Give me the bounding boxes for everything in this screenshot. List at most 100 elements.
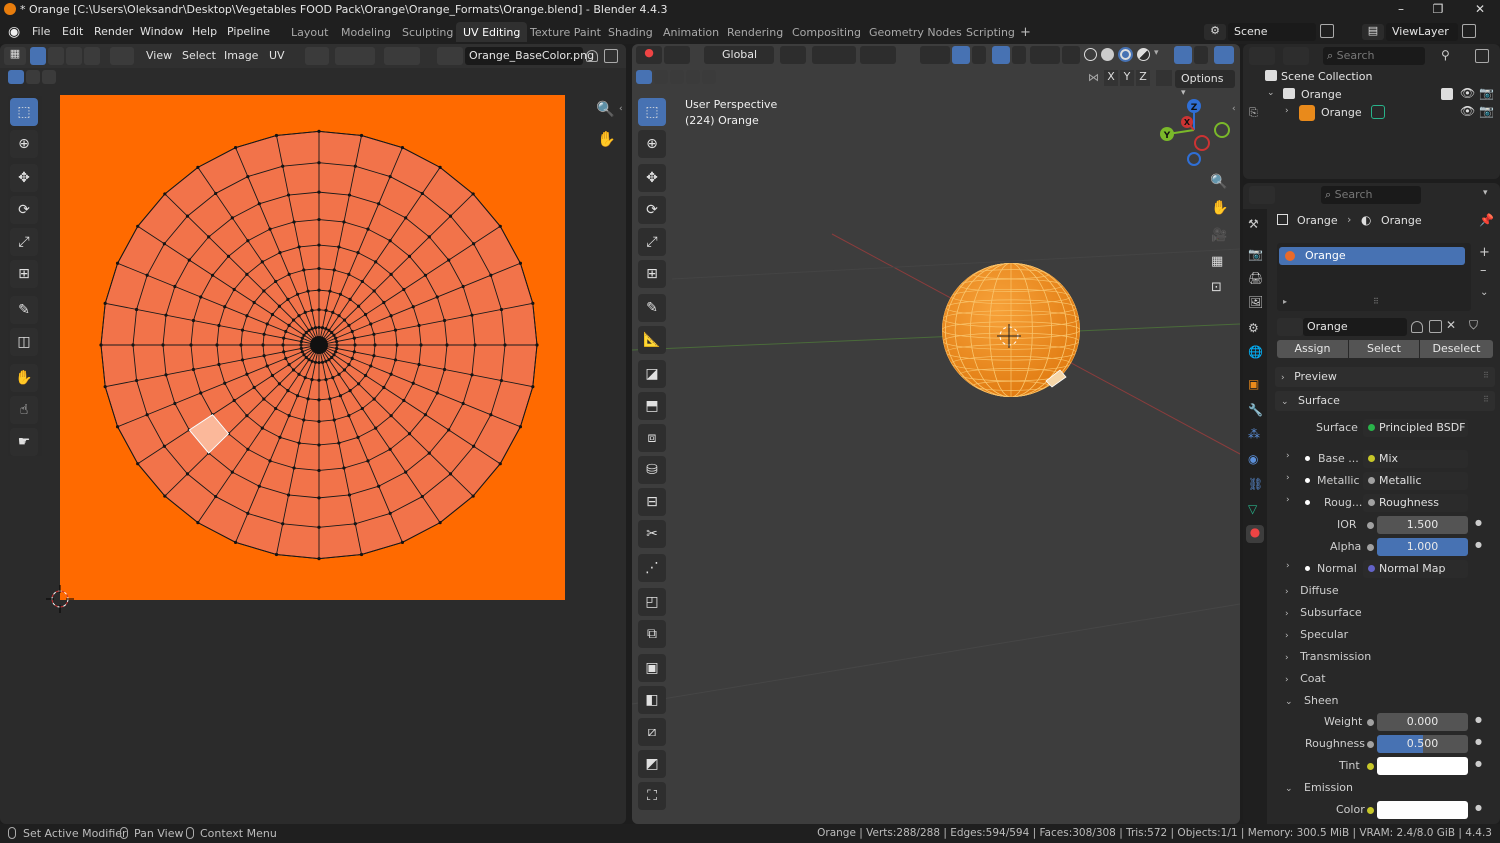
view-layer-icon[interactable]: ▤ — [1362, 24, 1384, 40]
pivot-icon[interactable] — [305, 47, 329, 65]
relax-tool[interactable]: ☝ — [10, 396, 38, 424]
outliner-search[interactable]: ⌕ Search — [1323, 47, 1425, 65]
ior-keyframe-icon[interactable]: ● — [1475, 518, 1482, 527]
vp-zoom-icon[interactable]: 🔍 — [1210, 174, 1227, 190]
vp-transform-tool[interactable]: ⊞ — [638, 260, 666, 288]
add-workspace-icon[interactable]: + — [1020, 25, 1031, 40]
vp-loop-cut-tool[interactable]: ⊟ — [638, 488, 666, 516]
object-expand-icon[interactable]: › — [1285, 106, 1289, 116]
vp-annotate-tool[interactable]: ✎ — [638, 294, 666, 322]
tab-sculpting[interactable]: Sculpting — [395, 22, 460, 42]
subpanel-coat[interactable]: › Coat — [1285, 670, 1485, 690]
grab-tool[interactable]: ✋ — [10, 364, 38, 392]
vp-move-tool[interactable]: ✥ — [638, 164, 666, 192]
uv-island[interactable] — [99, 129, 539, 561]
select-mode-edge-icon[interactable] — [48, 47, 64, 65]
roughness-field[interactable]: Roughness — [1363, 494, 1468, 512]
material-tab-icon[interactable]: ● — [1246, 525, 1264, 543]
outliner-side-icon[interactable]: ⎘ — [1249, 106, 1258, 120]
pin-icon[interactable]: 📌 — [1479, 213, 1494, 227]
sheen-tint-socket-icon[interactable] — [1367, 763, 1374, 770]
object-camera-icon[interactable]: 📷 — [1479, 104, 1494, 118]
tab-modeling[interactable]: Modeling — [334, 22, 398, 42]
viewport-scene[interactable] — [632, 44, 1240, 824]
alpha-slider[interactable]: 1.000 — [1377, 538, 1468, 556]
2d-cursor-icon[interactable] — [46, 585, 74, 613]
world-tab-icon[interactable]: 🌐 — [1248, 345, 1263, 359]
minimize-icon[interactable]: – — [1393, 2, 1409, 18]
material-duplicate-icon[interactable] — [1429, 320, 1442, 333]
3d-viewport[interactable]: ● Global ▾ ⋈ X Y Z Options ▾ User Perspe… — [632, 44, 1240, 824]
menu-pipeline[interactable]: Pipeline — [227, 25, 270, 38]
outliner-editor-type-icon[interactable] — [1249, 47, 1275, 65]
close-icon[interactable]: ✕ — [1472, 2, 1488, 18]
collection-checkbox-icon[interactable] — [1441, 88, 1453, 100]
maximize-icon[interactable]: ❐ — [1430, 2, 1446, 18]
uv-editor[interactable]: ▦ View Select Image UV Orange_BaseColor.… — [0, 44, 626, 824]
cursor-tool[interactable]: ⊕ — [10, 130, 38, 158]
deselect-button[interactable]: Deselect — [1420, 340, 1493, 358]
vp-camera-icon[interactable]: 🎥 — [1211, 228, 1227, 243]
roughness-expand-icon[interactable]: › — [1286, 495, 1290, 505]
remove-slot-icon[interactable]: – — [1480, 263, 1487, 278]
rotate-tool[interactable]: ⟳ — [10, 196, 38, 224]
menu-file[interactable]: File — [32, 25, 50, 38]
surface-shader-field[interactable]: Principled BSDF — [1363, 419, 1468, 437]
normal-expand-icon[interactable]: › — [1286, 561, 1290, 571]
scene-field[interactable]: Scene — [1228, 23, 1316, 41]
ior-field[interactable]: 1.500 — [1377, 516, 1468, 534]
vp-pan-icon[interactable]: ✋ — [1211, 200, 1228, 216]
rip-tool[interactable]: ◫ — [10, 328, 38, 356]
mesh-data-icon[interactable] — [1371, 105, 1385, 119]
image-browse-icon[interactable] — [437, 47, 463, 65]
vp-more-tool[interactable]: ⛶ — [638, 782, 666, 810]
proportional-edit-icon[interactable] — [384, 47, 420, 65]
tab-compositing[interactable]: Compositing — [785, 22, 868, 42]
preview-panel-header[interactable]: › Preview — [1275, 367, 1495, 387]
collection-label[interactable]: Orange — [1301, 88, 1342, 101]
material-browse-icon[interactable] — [1277, 318, 1303, 336]
metallic-expand-icon[interactable]: › — [1286, 473, 1290, 483]
gizmo-neg-z[interactable] — [1187, 152, 1201, 166]
vp-measure-tool[interactable]: 📐 — [638, 326, 666, 354]
vp-scale-tool[interactable]: ⤢ — [638, 228, 666, 256]
sheen-roughness-keyframe-icon[interactable]: ● — [1475, 737, 1482, 746]
uv-menu-uv[interactable]: UV — [269, 49, 285, 62]
editor-type-icon[interactable]: ▦ — [4, 47, 26, 65]
material-slot-list[interactable]: Orange ▸ ⠿ — [1277, 243, 1471, 311]
snap-icon[interactable] — [335, 47, 375, 65]
list-resize-handle[interactable]: ⠿ — [1373, 297, 1379, 306]
mode-set-icon[interactable] — [8, 70, 24, 84]
vp-bevel-tool[interactable]: ⛁ — [638, 456, 666, 484]
filter-icon[interactable]: ⚲ — [1441, 48, 1450, 62]
menu-help[interactable]: Help — [192, 25, 217, 38]
vp-rotate-tool[interactable]: ⟳ — [638, 196, 666, 224]
select-mode-island-icon[interactable] — [84, 47, 100, 65]
properties-editor[interactable]: ⌕ Search ▾ ⚒ 📷 🖨 🖼 ⚙ 🌐 ▣ 🔧 ⁂ ◉ ⛓ ▽ ● Ora… — [1243, 183, 1500, 824]
sheen-roughness-socket-icon[interactable] — [1367, 741, 1374, 748]
vp-sidebar-toggle-icon[interactable]: ‹ — [1232, 104, 1236, 114]
emission-color-swatch[interactable] — [1377, 801, 1468, 819]
scale-tool[interactable]: ⤢ — [10, 228, 38, 256]
vp-local-view-icon[interactable]: ⊡ — [1211, 280, 1222, 295]
menu-edit[interactable]: Edit — [62, 25, 83, 38]
gizmo-neg-x[interactable] — [1194, 135, 1210, 151]
breadcrumb-material[interactable]: Orange — [1381, 214, 1422, 227]
material-fake-user-icon[interactable] — [1411, 321, 1423, 333]
normal-field[interactable]: Normal Map — [1363, 560, 1468, 578]
vp-inset-tool[interactable]: ⧈ — [638, 424, 666, 452]
menu-render[interactable]: Render — [94, 25, 133, 38]
surface-panel-header[interactable]: ⌄ Surface — [1275, 391, 1495, 411]
alpha-socket-icon[interactable] — [1367, 544, 1374, 551]
annotate-tool[interactable]: ✎ — [10, 296, 38, 324]
ior-socket-icon[interactable] — [1367, 522, 1374, 529]
panel-drag-handle[interactable]: ⠿ — [1483, 395, 1489, 404]
tab-uv-editing[interactable]: UV Editing — [456, 22, 528, 42]
output-tab-icon[interactable]: 🖨 — [1248, 271, 1263, 285]
modifier-tab-icon[interactable]: 🔧 — [1248, 403, 1263, 417]
data-tab-icon[interactable]: ▽ — [1248, 502, 1257, 516]
select-button[interactable]: Select — [1349, 340, 1419, 358]
properties-search[interactable]: ⌕ Search — [1321, 186, 1421, 204]
tool-tab-icon[interactable]: ⚒ — [1248, 217, 1259, 231]
object-eye-icon[interactable]: 👁 — [1460, 104, 1475, 118]
